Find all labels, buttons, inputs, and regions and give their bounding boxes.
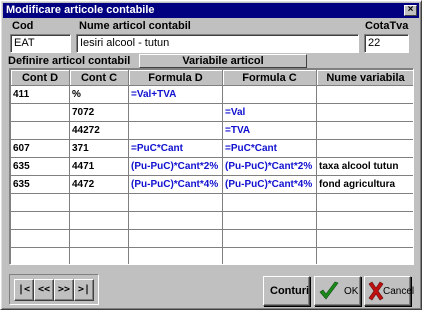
column-header[interactable]: Nume variabila — [316, 69, 413, 86]
table-cell[interactable] — [316, 247, 413, 264]
table-row[interactable]: 44272 =TVA — [10, 121, 413, 140]
table-cell[interactable] — [10, 121, 70, 140]
nume-articol-input[interactable]: Iesiri alcool - tutun — [76, 34, 359, 53]
table-cell[interactable] — [69, 229, 129, 248]
table-row[interactable]: 607 371 =PuC*Cant =PuC*Cant — [10, 139, 413, 158]
table-cell[interactable]: 635 — [10, 157, 70, 176]
table-cell[interactable] — [222, 247, 317, 264]
table-cell[interactable]: =PuC*Cant — [222, 139, 317, 158]
table-cell[interactable]: =Val — [222, 103, 317, 122]
table-cell[interactable] — [316, 85, 413, 104]
conturi-label: Conturi — [270, 285, 310, 297]
cotatva-input[interactable]: 22 — [364, 34, 409, 53]
table-cell[interactable]: 635 — [10, 175, 70, 194]
table-cell[interactable] — [69, 247, 129, 264]
nav-prev-button[interactable]: << — [34, 279, 54, 301]
table-cell[interactable] — [10, 229, 70, 248]
table-row[interactable]: 635 4472 (Pu-PuC)*Cant*4% (Pu-PuC)*Cant*4% f… — [10, 175, 413, 194]
column-header[interactable]: Cont C — [69, 69, 129, 86]
table-cell[interactable]: (Pu-PuC)*Cant*2% — [128, 157, 223, 176]
table-cell[interactable] — [316, 139, 413, 158]
table-row[interactable]: 635 4471 (Pu-PuC)*Cant*2% (Pu-PuC)*Cant*2% t… — [10, 157, 413, 176]
nav-first-button[interactable]: |< — [14, 279, 34, 301]
table-cell[interactable]: (Pu-PuC)*Cant*2% — [222, 157, 317, 176]
table-cell[interactable]: =TVA — [222, 121, 317, 140]
table-row[interactable] — [10, 247, 413, 264]
table-cell[interactable]: 4472 — [69, 175, 129, 194]
table-cell[interactable] — [222, 85, 317, 104]
table-cell[interactable]: =PuC*Cant — [128, 139, 223, 158]
table-cell[interactable] — [128, 247, 223, 264]
cotatva-label: CotaTva — [365, 20, 409, 32]
table-cell[interactable] — [222, 211, 317, 230]
articol-grid[interactable]: Cont D Cont C Formula D Formula C Nume varia… — [9, 68, 414, 265]
table-cell[interactable] — [10, 193, 70, 212]
table-cell[interactable] — [128, 103, 223, 122]
table-cell[interactable] — [10, 247, 70, 264]
table-cell[interactable] — [128, 121, 223, 140]
table-cell[interactable] — [316, 121, 413, 140]
nav-next-button[interactable]: >> — [54, 279, 74, 301]
table-cell[interactable] — [10, 103, 70, 122]
ok-button[interactable]: OK — [314, 276, 361, 306]
table-cell[interactable]: =Val+TVA — [128, 85, 223, 104]
cancel-button[interactable]: Cancel — [364, 276, 415, 306]
ok-label: OK — [344, 286, 359, 297]
cod-input[interactable]: EAT — [10, 34, 71, 53]
column-header[interactable]: Cont D — [10, 69, 70, 86]
table-row[interactable] — [10, 193, 413, 212]
nume-articol-label: Nume articol contabil — [79, 20, 191, 32]
column-header[interactable]: Formula D — [128, 69, 223, 86]
table-cell[interactable]: fond agricultura — [316, 175, 413, 194]
conturi-button[interactable]: Conturi — [263, 276, 310, 306]
table-cell[interactable] — [128, 211, 223, 230]
title-bar[interactable]: Modificare articole contabile × — [3, 3, 419, 18]
table-cell[interactable] — [316, 211, 413, 230]
table-cell[interactable] — [128, 193, 223, 212]
cancel-label: Cancel — [383, 286, 415, 297]
table-cell[interactable]: 7072 — [69, 103, 129, 122]
table-cell[interactable]: 411 — [10, 85, 70, 104]
table-row[interactable]: 7072 =Val — [10, 103, 413, 122]
tab-definire-articol[interactable]: Definire articol contabil — [8, 55, 138, 69]
table-row[interactable]: 411% =Val+TVA — [10, 85, 413, 104]
table-cell[interactable]: (Pu-PuC)*Cant*4% — [128, 175, 223, 194]
table-cell[interactable]: 607 — [10, 139, 70, 158]
table-cell[interactable] — [316, 193, 413, 212]
table-cell[interactable]: 4471 — [69, 157, 129, 176]
window-title: Modificare articole contabile — [6, 4, 155, 16]
table-cell[interactable] — [10, 211, 70, 230]
table-cell[interactable] — [316, 103, 413, 122]
table-row[interactable] — [10, 211, 413, 230]
cod-label: Cod — [12, 20, 34, 32]
table-cell[interactable] — [222, 193, 317, 212]
check-icon — [319, 281, 339, 300]
tab-variabile-articol[interactable]: Variabile articol — [139, 54, 307, 68]
table-cell[interactable] — [128, 229, 223, 248]
table-cell[interactable]: % — [69, 85, 129, 104]
dialog-window: Modificare articole contabile × Cod Nume… — [0, 0, 422, 310]
table-cell[interactable]: (Pu-PuC)*Cant*4% — [222, 175, 317, 194]
table-cell[interactable]: 371 — [69, 139, 129, 158]
nav-last-button[interactable]: >| — [74, 279, 94, 301]
table-cell[interactable] — [69, 211, 129, 230]
table-cell[interactable] — [69, 193, 129, 212]
table-cell[interactable] — [222, 229, 317, 248]
table-cell[interactable]: 44272 — [69, 121, 129, 140]
close-icon: × — [407, 4, 414, 15]
table-cell[interactable] — [316, 229, 413, 248]
table-row[interactable] — [10, 229, 413, 248]
column-header[interactable]: Formula C — [222, 69, 317, 86]
close-button[interactable]: × — [404, 5, 417, 16]
table-cell[interactable]: taxa alcool tutun — [316, 157, 413, 176]
